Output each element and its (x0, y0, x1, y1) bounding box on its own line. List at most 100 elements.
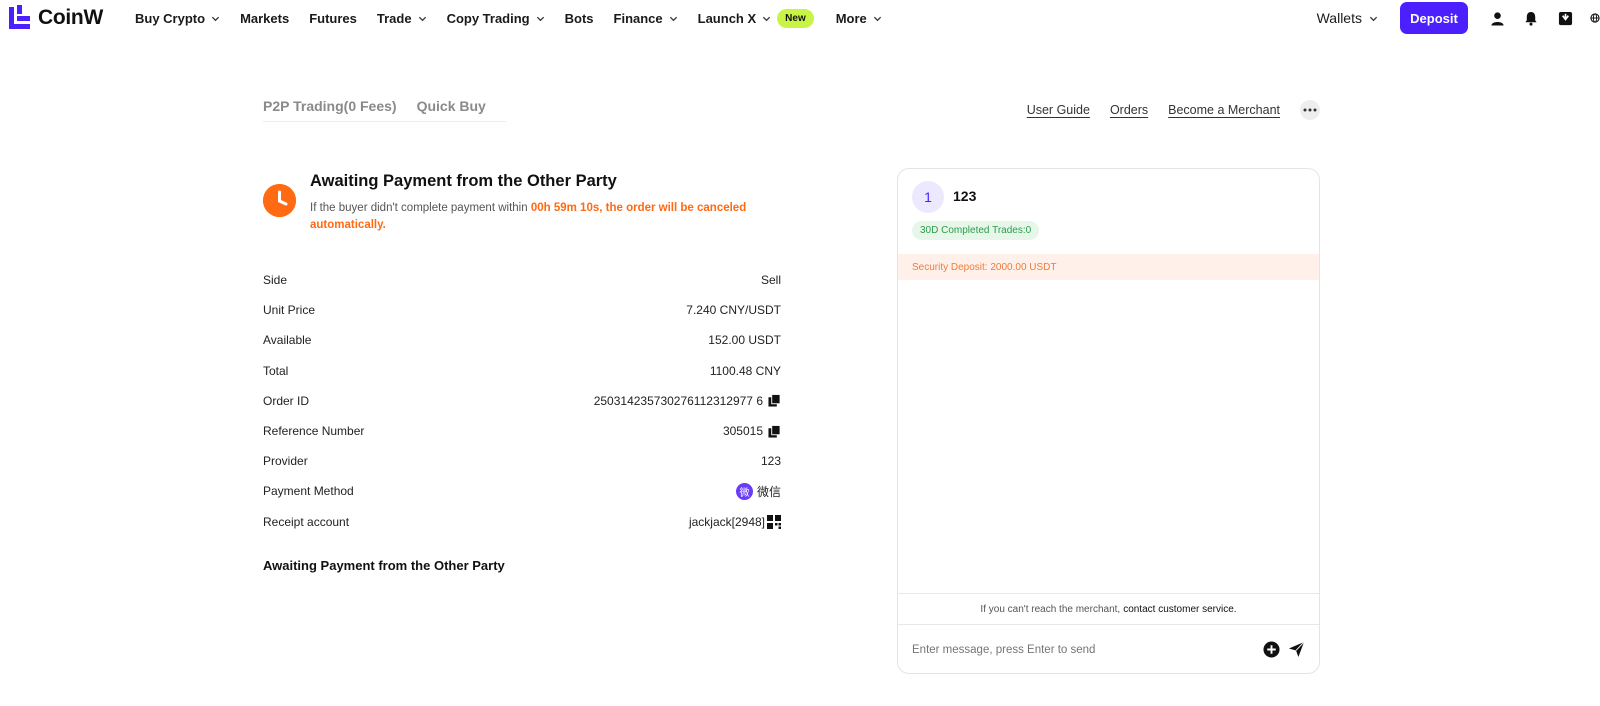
detail-row-total: Total 1100.48 CNY (263, 356, 781, 386)
brand-logo[interactable]: CoinW (9, 5, 103, 31)
deposit-button[interactable]: Deposit (1400, 2, 1468, 34)
detail-value: Sell (760, 273, 781, 288)
nav-more[interactable]: More (836, 11, 882, 26)
orders-link[interactable]: Orders (1110, 103, 1148, 117)
nav-finance[interactable]: Finance (614, 11, 678, 26)
status-desc-text: If the buyer didn't complete payment wit… (310, 202, 531, 214)
chevron-down-icon (763, 16, 771, 21)
nav-item-label: Buy Crypto (135, 10, 206, 26)
wechat-pay-icon: 微 (735, 482, 753, 500)
chevron-down-icon (1369, 16, 1378, 21)
ellipsis-icon (1303, 108, 1317, 112)
nav-item-label: Trade (376, 10, 412, 26)
order-id-value: 250314235730276112312977 6 (593, 393, 763, 408)
detail-row-available: Available 152.00 USDT (263, 325, 781, 355)
detail-row-reference: Reference Number 305015 (263, 416, 781, 446)
copy-icon[interactable] (768, 424, 781, 438)
chevron-down-icon (418, 16, 426, 21)
detail-row-receipt-account: Receipt account jackjack[2948] (263, 507, 781, 537)
order-details: Side Sell Unit Price 7.240 CNY/USDT Avai… (263, 265, 781, 537)
chat-footer-notice: If you can't reach the merchant, contact… (898, 593, 1319, 625)
new-badge: New (777, 8, 814, 28)
detail-label: Total (263, 363, 289, 378)
chevron-down-icon (211, 16, 220, 21)
avatar: 1 (912, 181, 944, 213)
detail-value-group: jackjack[2948] (688, 514, 781, 529)
detail-row-order-id: Order ID 250314235730276112312977 6 (263, 386, 781, 416)
detail-row-unit-price: Unit Price 7.240 CNY/USDT (263, 295, 781, 325)
nav-item-label: Markets (240, 10, 290, 26)
nav-item-label: Launch X (697, 10, 757, 26)
contact-support-link[interactable]: contact customer service. (1123, 604, 1236, 615)
detail-label: Reference Number (263, 424, 365, 439)
detail-value: 152.00 USDT (708, 333, 781, 348)
detail-value-group: 微 微信 (735, 482, 781, 500)
wallets-menu[interactable]: Wallets (1317, 10, 1378, 26)
section-title: Awaiting Payment from the Other Party (263, 558, 505, 573)
top-navbar: CoinW Buy Crypto Markets Futures Trade C… (0, 0, 1600, 36)
receipt-account-value: jackjack[2948] (688, 514, 765, 529)
status-description: If the buyer didn't complete payment wit… (310, 200, 780, 234)
nav-markets[interactable]: Markets (240, 11, 289, 26)
user-guide-link[interactable]: User Guide (1027, 103, 1090, 117)
nav-right-group: Wallets Deposit (1317, 0, 1600, 36)
copy-icon[interactable] (768, 394, 781, 407)
merchant-name: 123 (953, 188, 977, 204)
send-icon[interactable] (1288, 641, 1305, 658)
nav-item-label: More (835, 10, 867, 26)
chevron-down-icon (873, 16, 881, 21)
nav-item-label: Copy Trading (446, 10, 530, 26)
chat-panel: 1 123 30D Completed Trades:0 Security De… (897, 168, 1320, 674)
nav-launch-x[interactable]: Launch X New (697, 8, 816, 28)
nav-futures[interactable]: Futures (309, 11, 357, 26)
qr-code-icon[interactable] (767, 514, 781, 529)
detail-value-group: 250314235730276112312977 6 (594, 394, 781, 408)
chevron-down-icon (669, 16, 677, 21)
reference-value: 305015 (722, 424, 763, 439)
globe-icon[interactable] (1590, 9, 1600, 27)
tab-p2p-trading[interactable]: P2P Trading(0 Fees) (263, 98, 397, 121)
tab-quick-buy[interactable]: Quick Buy (417, 98, 486, 121)
main-menu: Buy Crypto Markets Futures Trade Copy Tr… (135, 0, 902, 36)
detail-value: 123 (760, 454, 781, 469)
wallets-label: Wallets (1316, 10, 1362, 26)
p2p-links: User Guide Orders Become a Merchant (1007, 100, 1320, 120)
security-deposit-bar: Security Deposit: 2000.00 USDT (898, 254, 1319, 280)
detail-value: 1100.48 CNY (709, 363, 781, 378)
detail-row-side: Side Sell (263, 265, 781, 295)
nav-item-label: Bots (564, 10, 594, 26)
become-merchant-link[interactable]: Become a Merchant (1168, 103, 1280, 117)
nav-item-label: Finance (613, 10, 663, 26)
coinw-logo-icon (9, 5, 30, 29)
detail-row-payment-method: Payment Method 微 微信 (263, 476, 781, 506)
message-input[interactable] (912, 644, 1232, 656)
status-title: Awaiting Payment from the Other Party (310, 172, 617, 190)
nav-bots[interactable]: Bots (565, 11, 594, 26)
detail-label: Available (263, 333, 312, 348)
chevron-down-icon (536, 16, 544, 21)
download-icon[interactable] (1556, 9, 1574, 27)
footer-text: If you can't reach the merchant, (980, 603, 1121, 615)
nav-buy-crypto[interactable]: Buy Crypto (135, 11, 220, 26)
bell-icon[interactable] (1522, 9, 1540, 27)
detail-label: Payment Method (263, 484, 354, 499)
detail-label: Provider (263, 454, 308, 469)
brand-name: CoinW (38, 6, 103, 29)
add-attachment-icon[interactable] (1263, 641, 1280, 658)
completed-trades-badge: 30D Completed Trades:0 (912, 221, 1040, 240)
user-icon[interactable] (1488, 9, 1506, 27)
nav-trade[interactable]: Trade (377, 11, 427, 26)
nav-copy-trading[interactable]: Copy Trading (447, 11, 545, 26)
detail-label: Receipt account (263, 514, 350, 529)
detail-label: Order ID (263, 393, 310, 408)
detail-label: Side (263, 273, 288, 288)
clock-icon (263, 184, 296, 217)
detail-value: 7.240 CNY/USDT (686, 303, 781, 318)
payment-method-value: 微信 (756, 484, 781, 499)
nav-item-label: Futures (309, 10, 357, 26)
detail-value-group: 305015 (723, 424, 781, 438)
more-options-button[interactable] (1300, 100, 1320, 120)
detail-label: Unit Price (263, 303, 316, 318)
detail-row-provider: Provider 123 (263, 446, 781, 476)
p2p-tabs: P2P Trading(0 Fees) Quick Buy (263, 98, 506, 122)
